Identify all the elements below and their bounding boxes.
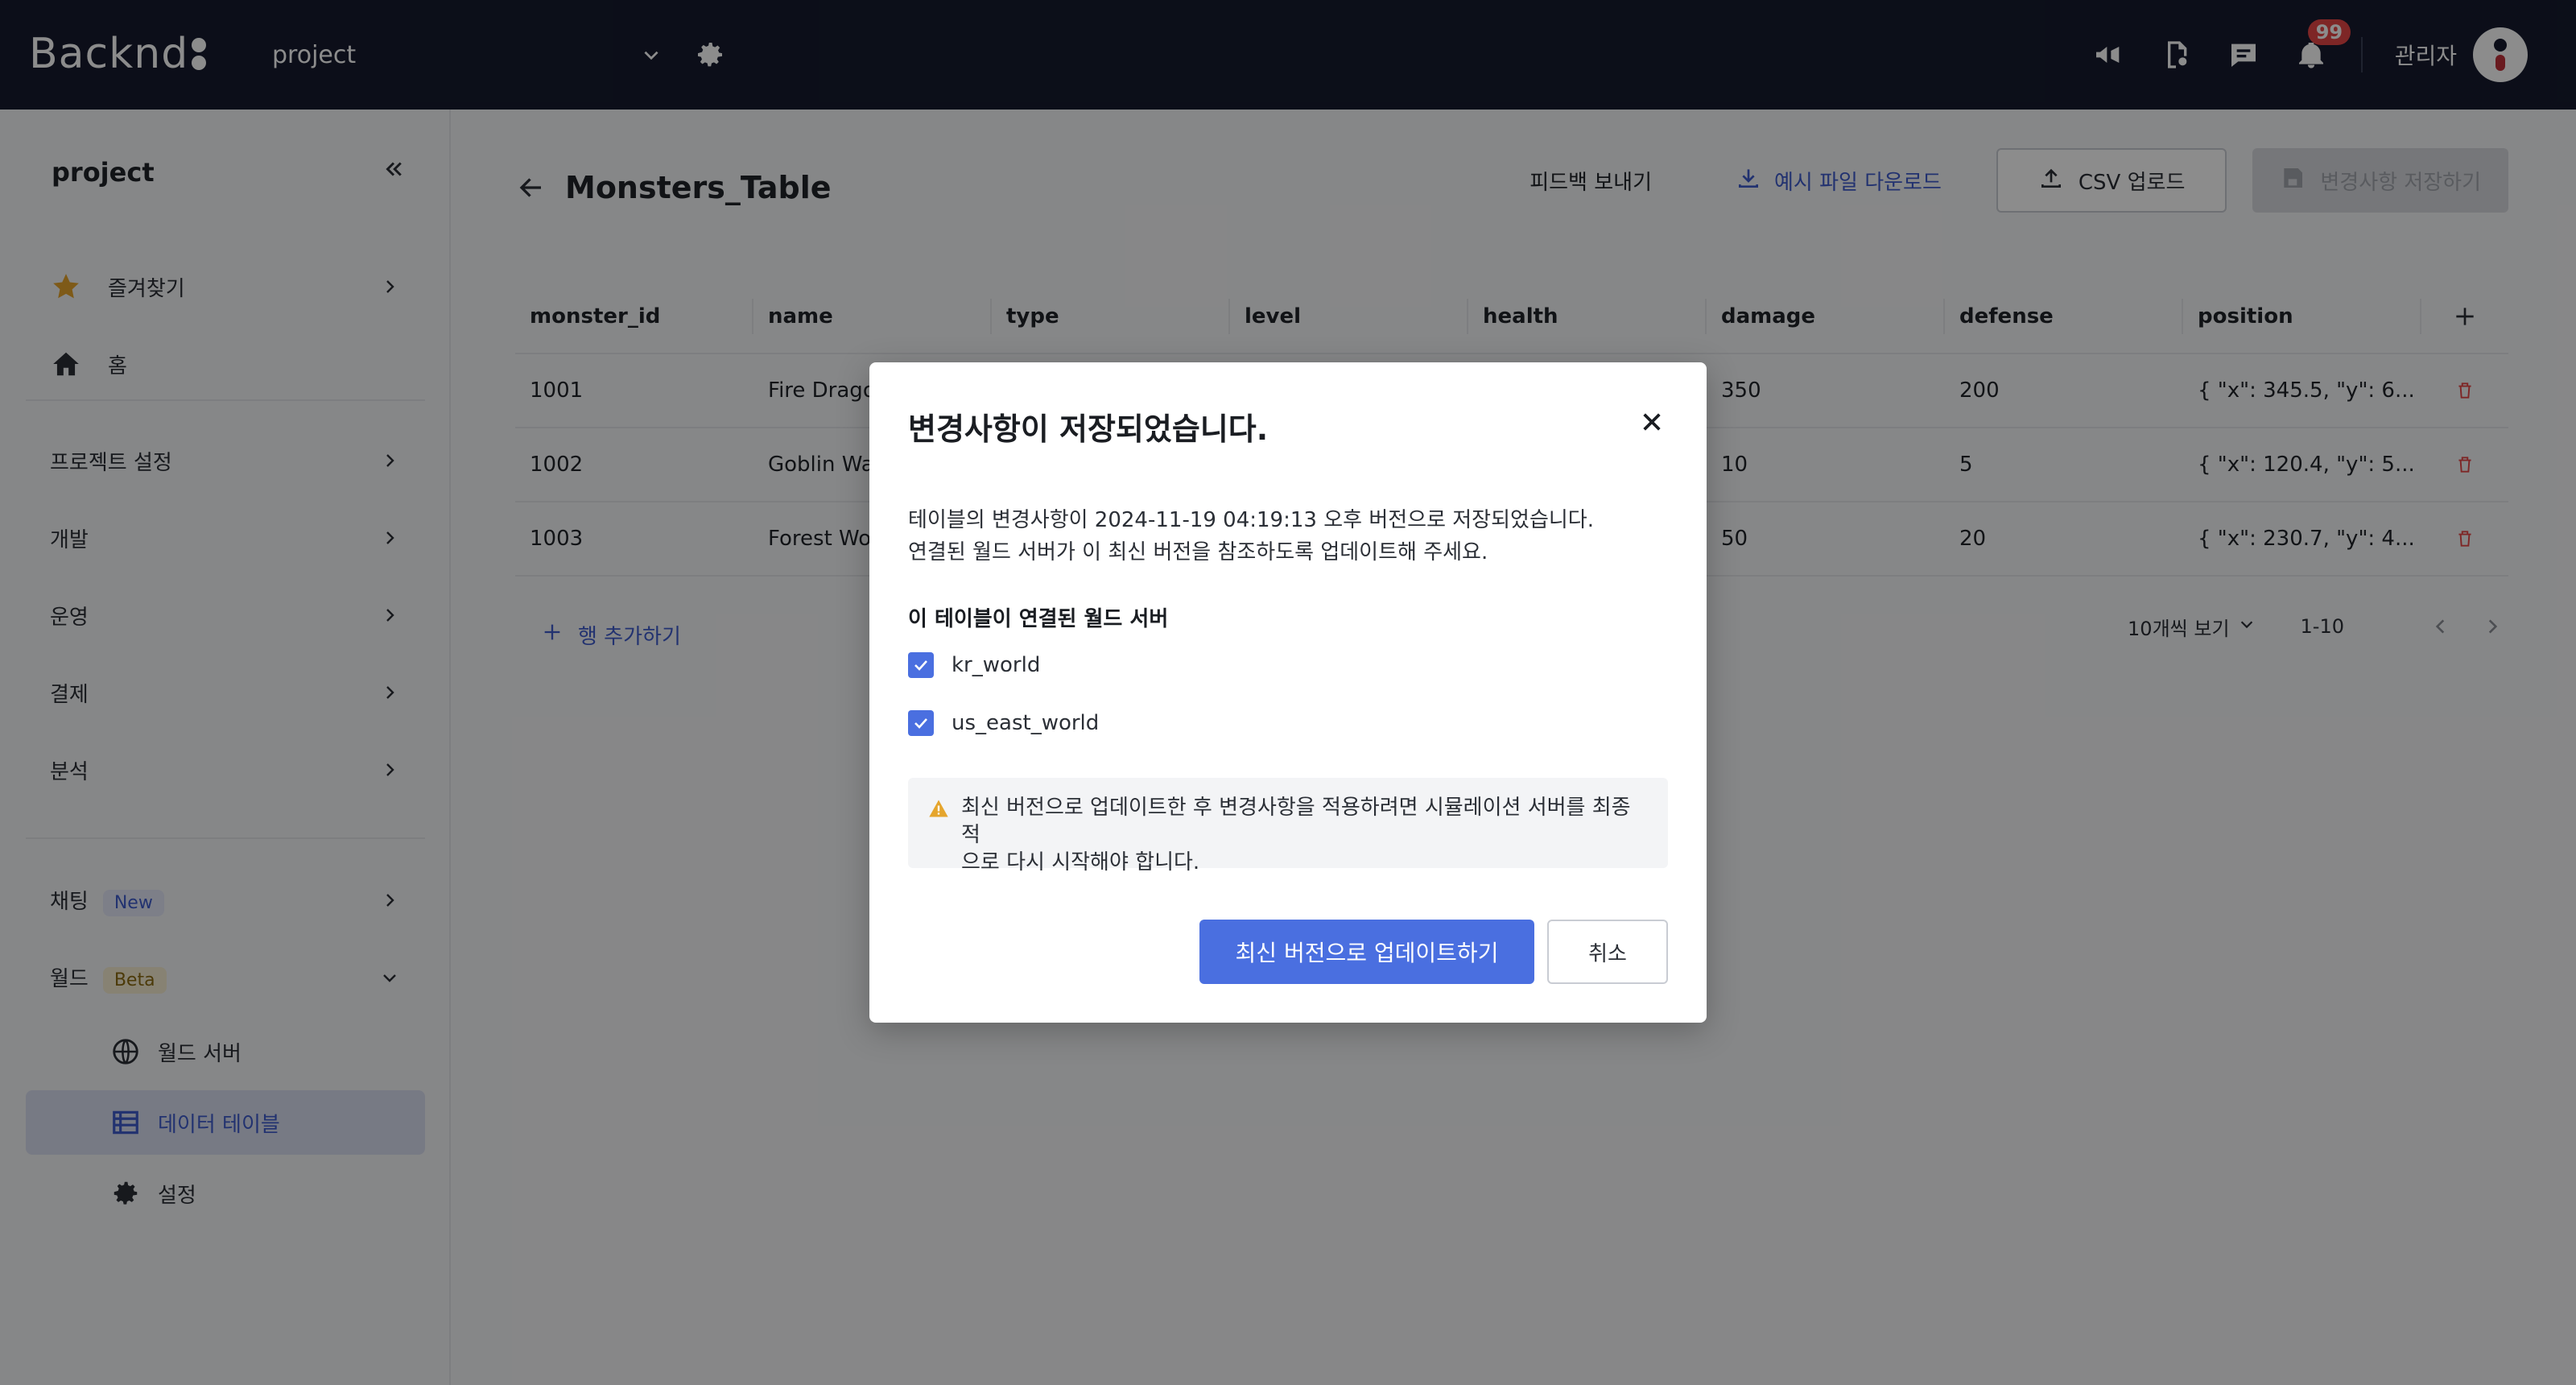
server-name: kr_world <box>952 653 1041 677</box>
update-latest-button[interactable]: 최신 버전으로 업데이트하기 <box>1199 920 1534 984</box>
close-icon[interactable] <box>1636 406 1668 438</box>
dialog-description: 테이블의 변경사항이 2024-11-19 04:19:13 오후 버전으로 저… <box>908 504 1665 568</box>
cancel-button[interactable]: 취소 <box>1547 920 1668 984</box>
server-checkbox-us-east-world[interactable]: us_east_world <box>908 707 1099 739</box>
description-line: 연결된 월드 서버가 이 최신 버전을 참조하도록 업데이트해 주세요. <box>908 540 1488 564</box>
warning-text: 최신 버전으로 업데이트한 후 변경사항을 적용하려면 시뮬레이션 서버를 최종… <box>961 794 1649 874</box>
warning-line: 최신 버전으로 업데이트한 후 변경사항을 적용하려면 시뮬레이션 서버를 최종… <box>961 796 1631 847</box>
description-line: 테이블의 변경사항이 2024-11-19 04:19:13 오후 버전으로 저… <box>908 508 1594 532</box>
dialog-title: 변경사항이 저장되었습니다. <box>908 411 1269 447</box>
server-checkbox-kr-world[interactable]: kr_world <box>908 649 1040 681</box>
warning-notice: 최신 버전으로 업데이트한 후 변경사항을 적용하려면 시뮬레이션 서버를 최종… <box>908 778 1668 874</box>
server-name: us_east_world <box>952 711 1100 735</box>
checkbox-checked-icon[interactable] <box>908 710 934 736</box>
save-success-dialog: 변경사항이 저장되었습니다. 테이블의 변경사항이 2024-11-19 04:… <box>869 362 1707 1023</box>
servers-label: 이 테이블이 연결된 월드 서버 <box>908 607 1169 631</box>
warning-line: 으로 다시 시작해야 합니다. <box>961 850 1200 874</box>
checkbox-checked-icon[interactable] <box>908 652 934 678</box>
warning-icon <box>927 797 950 820</box>
